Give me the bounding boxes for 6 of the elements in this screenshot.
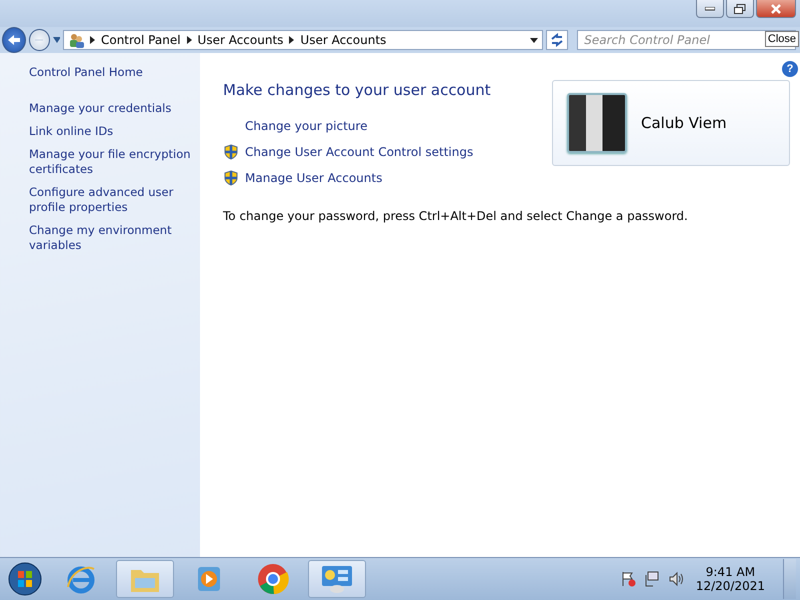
clock-time: 9:41 AM (706, 565, 756, 579)
close-tooltip: Close (764, 31, 799, 47)
clock-date: 12/20/2021 (696, 579, 765, 593)
page-heading: Make changes to your user account (223, 81, 492, 99)
password-note: To change your password, press Ctrl+Alt+Del and select Change a password. (223, 209, 689, 223)
account-name: Calub Viem (641, 114, 727, 132)
